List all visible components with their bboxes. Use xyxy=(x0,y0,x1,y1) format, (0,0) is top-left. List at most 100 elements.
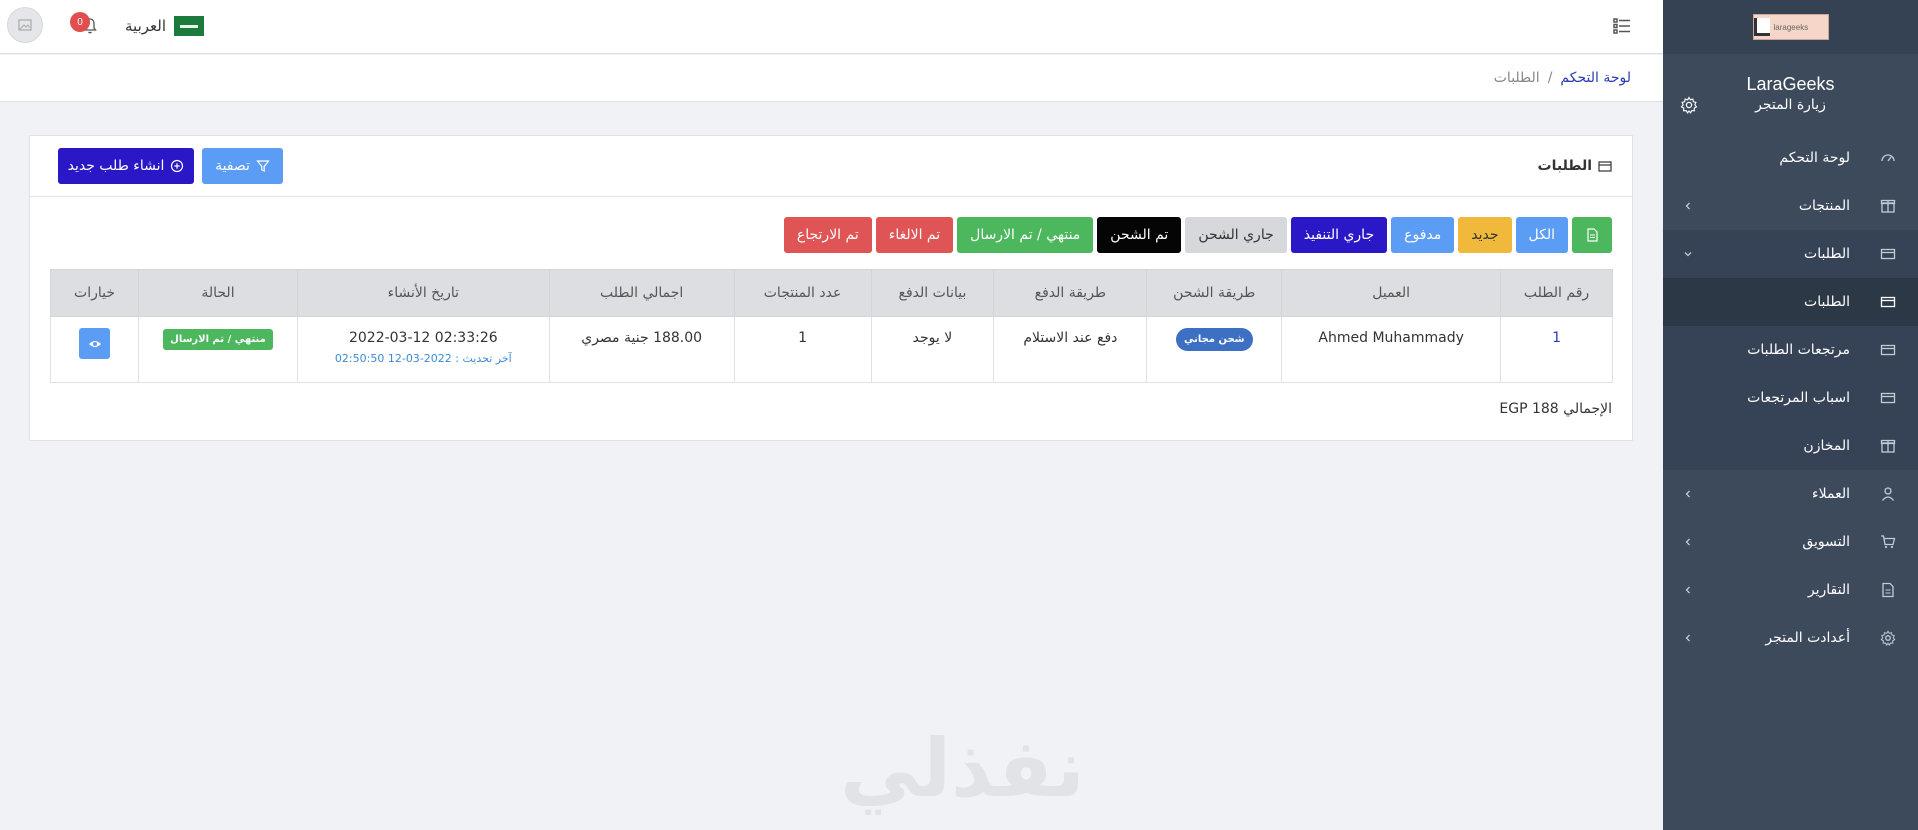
chevron-left-icon xyxy=(1685,634,1690,642)
user-icon xyxy=(1881,487,1895,501)
order-total-cell: 188.00 جنية مصري xyxy=(548,316,735,383)
sidebar-item-marketing[interactable]: التسويق xyxy=(1663,518,1918,566)
create-order-label: انشاء طلب جديد xyxy=(67,158,165,174)
chevron-left-icon xyxy=(1685,586,1690,594)
sidebar-item-dashboard[interactable]: لوحة التحكم xyxy=(1663,134,1918,182)
shipping-method-badge: شحن مجاني xyxy=(1175,328,1253,351)
column-header[interactable]: اجمالي الطلب xyxy=(548,269,735,317)
sidebar-item-reports[interactable]: التقارير xyxy=(1663,566,1918,614)
dashboard-icon xyxy=(1881,154,1895,162)
column-header: خيارات xyxy=(49,269,140,317)
sidebar-item-label: أعدادت المتجر xyxy=(1765,630,1850,646)
created-date: 2022-03-12 02:33:26 xyxy=(348,330,498,346)
updated-date: آخر تحديث : 2022-03-12 02:50:50 xyxy=(334,352,512,365)
filter-all[interactable]: الكل xyxy=(1515,217,1568,253)
sidebar-item-customers[interactable]: العملاء xyxy=(1663,470,1918,518)
sidebar-menu: لوحة التحكم المنتجات الطلبات الطلبات مرت… xyxy=(1663,134,1918,662)
sidebar-item-label: التسويق xyxy=(1802,534,1850,550)
chevron-left-icon xyxy=(1685,538,1690,546)
brand-logo[interactable]: larageeks xyxy=(1752,14,1829,40)
status-filter-bar: الكل جديد مدفوع جاري التنفيذ جاري الشحن … xyxy=(783,217,1612,253)
filter-processing[interactable]: جاري التنفيذ xyxy=(1290,217,1388,253)
sidebar-subitem-orders[interactable]: الطلبات xyxy=(1663,278,1918,326)
breadcrumb-current: الطلبات xyxy=(1493,70,1540,86)
avatar[interactable] xyxy=(7,7,43,43)
column-header[interactable]: رقم الطلب xyxy=(1500,269,1613,317)
sidebar: larageeks LaraGeeks زيارة المتجر لوحة ال… xyxy=(1663,0,1918,830)
sidebar-item-orders[interactable]: الطلبات xyxy=(1663,230,1918,278)
column-header[interactable]: تاريخ الأنشاء xyxy=(296,269,550,317)
create-order-button[interactable]: انشاء طلب جديد xyxy=(58,148,194,184)
chevron-down-icon xyxy=(1684,252,1692,257)
card-header: الطلبات تصفية انشاء طلب جديد xyxy=(30,136,1632,197)
payment-data-cell: لا يوجد xyxy=(870,316,995,383)
orders-card: الطلبات تصفية انشاء طلب جديد الكل جديد م… xyxy=(29,135,1633,441)
sidebar-subitem-warehouses[interactable]: المخازن xyxy=(1663,422,1918,470)
sidebar-item-label: لوحة التحكم xyxy=(1779,150,1850,166)
sidebar-brand: LaraGeeks زيارة المتجر xyxy=(1663,54,1918,134)
filter-shipping[interactable]: جاري الشحن xyxy=(1185,217,1287,253)
created-date-cell: 2022-03-12 02:33:26 آخر تحديث : 2022-03-… xyxy=(296,316,550,383)
card-title: الطلبات xyxy=(1538,158,1612,174)
logo-text: larageeks xyxy=(1773,22,1809,32)
sidebar-item-label: اسباب المرتجعات xyxy=(1747,390,1850,406)
eye-icon xyxy=(88,340,101,347)
report-icon xyxy=(1882,582,1894,598)
sidebar-item-label: الطلبات xyxy=(1804,246,1850,262)
breadcrumb: لوحة التحكم / الطلبات xyxy=(0,55,1663,102)
column-header[interactable]: بيانات الدفع xyxy=(870,269,995,317)
column-header[interactable]: طريقة الدفع xyxy=(993,269,1148,317)
column-header[interactable]: الحالة xyxy=(138,269,298,317)
sidebar-subitem-return-reasons[interactable]: اسباب المرتجعات xyxy=(1663,374,1918,422)
menu-toggle-icon[interactable] xyxy=(1612,16,1632,36)
language-label: العربية xyxy=(125,17,166,35)
document-icon xyxy=(1587,228,1598,242)
card-icon xyxy=(1880,296,1896,308)
view-order-button[interactable] xyxy=(79,328,111,359)
plus-circle-icon xyxy=(171,159,184,173)
sidebar-item-label: مرتجعات الطلبات xyxy=(1747,342,1850,358)
sidebar-item-store-settings[interactable]: أعدادت المتجر xyxy=(1663,614,1918,662)
breadcrumb-home-link[interactable]: لوحة التحكم xyxy=(1560,70,1631,86)
filter-button[interactable]: تصفية xyxy=(202,148,283,184)
items-count-cell: 1 xyxy=(733,316,872,383)
notification-badge: 0 xyxy=(70,12,90,32)
filter-completed[interactable]: منتهي / تم الارسال xyxy=(957,217,1094,253)
logo-mark-icon xyxy=(1753,18,1770,36)
cart-icon xyxy=(1881,535,1896,549)
filter-paid[interactable]: مدفوع xyxy=(1391,217,1455,253)
card-icon xyxy=(1880,392,1896,404)
filter-returned[interactable]: تم الارتجاع xyxy=(783,217,872,253)
sidebar-item-label: التقارير xyxy=(1807,582,1850,598)
card-icon xyxy=(1880,344,1896,356)
chevron-left-icon xyxy=(1685,202,1690,210)
column-header[interactable]: عدد المنتجات xyxy=(733,269,872,317)
sidebar-subitem-order-returns[interactable]: مرتجعات الطلبات xyxy=(1663,326,1918,374)
filter-new[interactable]: جديد xyxy=(1458,217,1512,253)
top-header: 0 العربية xyxy=(0,0,1663,54)
gear-icon xyxy=(1880,630,1896,646)
card-title-text: الطلبات xyxy=(1537,158,1592,174)
table-header-row: رقم الطلب العميل طريقة الشحن طريقة الدفع… xyxy=(49,269,1613,317)
visit-store-link[interactable]: زيارة المتجر xyxy=(1663,97,1918,113)
filter-cancelled[interactable]: تم الالغاء xyxy=(875,217,954,253)
watermark: نفذلي xyxy=(840,722,1087,815)
column-header[interactable]: العميل xyxy=(1281,269,1502,317)
chevron-left-icon xyxy=(1685,490,1690,498)
breadcrumb-separator: / xyxy=(1547,70,1553,86)
filter-shipped[interactable]: تم الشحن xyxy=(1097,217,1182,253)
orders-total: الإجمالي EGP 188 xyxy=(1499,401,1612,417)
image-placeholder-icon xyxy=(18,19,32,31)
payment-method-cell: دفع عند الاستلام xyxy=(993,316,1148,383)
settings-gear-icon[interactable] xyxy=(1680,96,1698,114)
column-header[interactable]: طريقة الشحن xyxy=(1146,269,1283,317)
order-id-link[interactable]: 1 xyxy=(1552,330,1561,346)
language-switcher[interactable]: العربية xyxy=(125,16,204,36)
card-icon xyxy=(1598,161,1612,172)
filter-button-label: تصفية xyxy=(215,158,250,174)
box-icon xyxy=(1880,439,1896,453)
sidebar-item-products[interactable]: المنتجات xyxy=(1663,182,1918,230)
export-button[interactable] xyxy=(1572,217,1612,253)
saudi-flag-icon xyxy=(174,16,204,36)
sidebar-item-label: العملاء xyxy=(1812,486,1850,502)
